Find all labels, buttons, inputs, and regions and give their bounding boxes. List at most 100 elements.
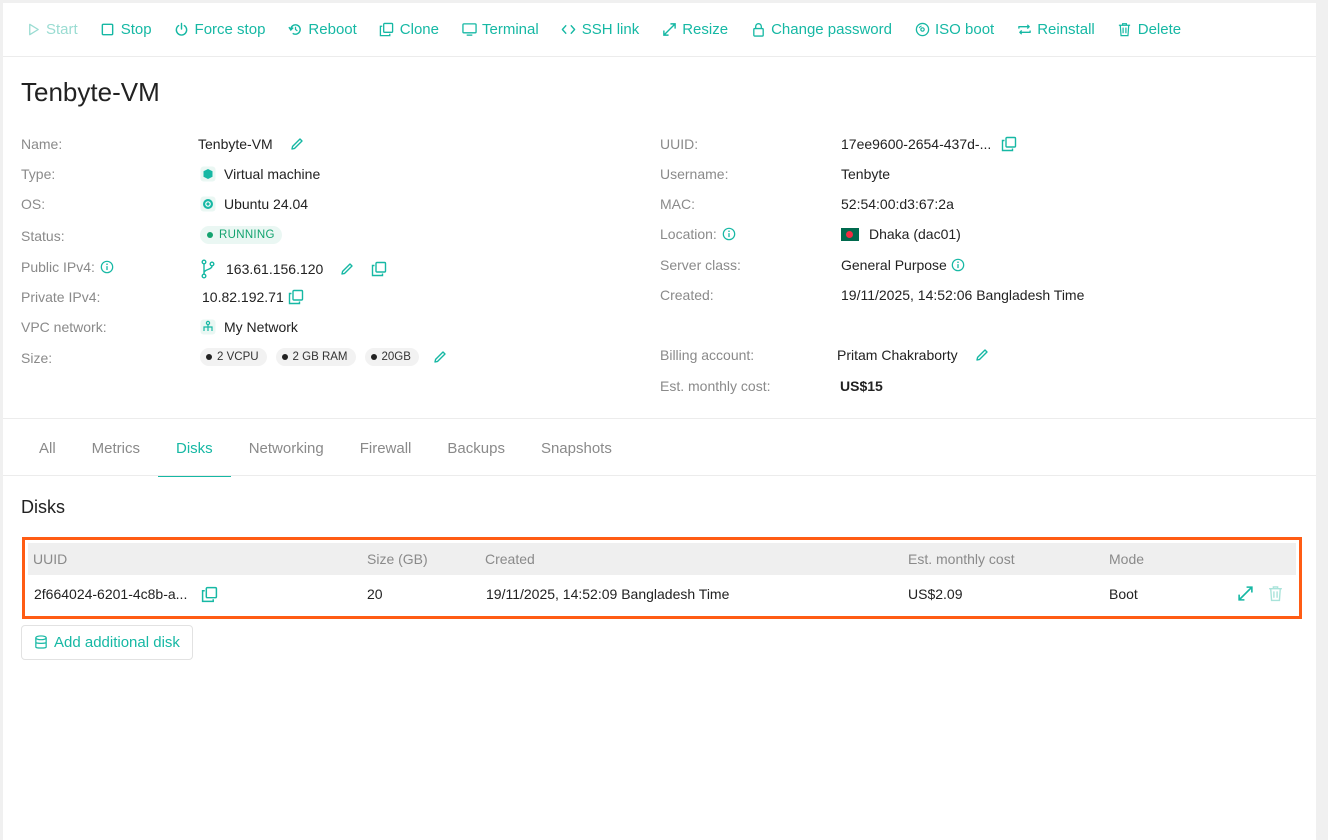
- terminal-button[interactable]: Terminal: [461, 21, 539, 38]
- name-value: Tenbyte-VM: [198, 136, 273, 152]
- vcpu-chip: 2 VCPU: [200, 348, 267, 366]
- resize-disk-icon[interactable]: [1237, 585, 1254, 602]
- change-password-label: Change password: [771, 21, 892, 38]
- repeat-icon: [1016, 22, 1032, 38]
- monitor-icon: [461, 22, 477, 38]
- start-button[interactable]: Start: [25, 21, 78, 38]
- copy-disk-uuid-icon[interactable]: [201, 586, 218, 603]
- edit-ip-icon[interactable]: [339, 261, 355, 277]
- vcpu-value: 2 VCPU: [217, 351, 259, 363]
- ssh-link-label: SSH link: [581, 21, 640, 38]
- disk-cost: US$2.09: [908, 586, 963, 602]
- delete-button[interactable]: Delete: [1117, 21, 1181, 38]
- iso-boot-button[interactable]: ISO boot: [914, 21, 994, 38]
- billing-value: Pritam Chakraborty: [837, 347, 958, 363]
- action-toolbar: Start Stop Force stop Reboot Clone Termi…: [3, 3, 1316, 57]
- tab-bar: All Metrics Disks Networking Firewall Ba…: [21, 421, 630, 477]
- disk-uuid: 2f664024-6201-4c8b-a...: [34, 586, 188, 602]
- clone-button[interactable]: Clone: [379, 21, 439, 38]
- location-label-group: Location:: [660, 226, 736, 242]
- location-value: Dhaka (dac01): [869, 226, 961, 242]
- os-value-group: Ubuntu 24.04: [200, 196, 308, 212]
- force-stop-button[interactable]: Force stop: [174, 21, 266, 38]
- status-label: Status:: [21, 228, 65, 244]
- terminal-label: Terminal: [482, 21, 539, 38]
- iso-boot-label: ISO boot: [935, 21, 995, 38]
- created-value: 19/11/2025, 14:52:06 Bangladesh Time: [841, 287, 1085, 303]
- reinstall-button[interactable]: Reinstall: [1016, 21, 1095, 38]
- server-class-value: General Purpose: [841, 257, 947, 273]
- copy-ip-icon[interactable]: [371, 261, 387, 277]
- username-value: Tenbyte: [841, 166, 891, 182]
- edit-name-icon[interactable]: [289, 136, 305, 152]
- cost-label: Est. monthly cost:: [660, 378, 771, 394]
- reinstall-label: Reinstall: [1037, 21, 1095, 38]
- public-ipv4-label: Public IPv4:: [21, 259, 95, 275]
- tab-backups[interactable]: Backups: [429, 421, 523, 477]
- copy-private-ip-icon[interactable]: [288, 289, 304, 305]
- stop-icon: [100, 22, 116, 38]
- vpc-label: VPC network:: [21, 319, 107, 335]
- power-icon: [174, 22, 190, 38]
- name-value-group: Tenbyte-VM: [198, 136, 305, 152]
- os-label: OS:: [21, 196, 46, 212]
- tabs-divider: [3, 475, 1316, 476]
- uuid-label: UUID:: [660, 136, 699, 152]
- server-class-label: Server class:: [660, 257, 741, 273]
- col-mode: Mode: [1109, 551, 1145, 567]
- tab-disks[interactable]: Disks: [158, 421, 231, 477]
- private-ipv4-value: 10.82.192.71: [202, 289, 284, 305]
- col-size: Size (GB): [367, 551, 428, 567]
- os-value: Ubuntu 24.04: [224, 196, 309, 212]
- tab-firewall[interactable]: Firewall: [342, 421, 430, 477]
- cost-value: US$15: [840, 378, 883, 394]
- location-label: Location:: [660, 226, 717, 242]
- billing-value-group: Pritam Chakraborty: [837, 347, 990, 363]
- table-header: UUID Size (GB) Created Est. monthly cost…: [28, 543, 1296, 575]
- delete-disk-icon[interactable]: [1267, 585, 1284, 602]
- disk-mode: Boot: [1109, 586, 1138, 602]
- location-value-group: Dhaka (dac01): [841, 226, 961, 242]
- disk-created: 19/11/2025, 14:52:09 Bangladesh Time: [486, 586, 730, 602]
- edit-billing-icon[interactable]: [974, 347, 990, 363]
- uuid-value-group: 17ee9600-2654-437d-...: [841, 136, 1017, 152]
- public-ipv4-value-group: 163.61.156.120: [200, 259, 387, 279]
- disk-size: 20: [367, 586, 383, 602]
- stop-label: Stop: [120, 21, 152, 38]
- disk-size-value: 20GB: [381, 351, 411, 363]
- reboot-button[interactable]: Reboot: [287, 21, 357, 38]
- info-icon[interactable]: [95, 260, 114, 274]
- name-label: Name:: [21, 136, 63, 152]
- server-class-info-icon[interactable]: [946, 258, 965, 272]
- server-class-value-group: General Purpose: [841, 257, 965, 273]
- vm-detail-panel: Start Stop Force stop Reboot Clone Termi…: [3, 3, 1316, 840]
- tab-metrics[interactable]: Metrics: [74, 421, 158, 477]
- change-password-button[interactable]: Change password: [750, 21, 892, 38]
- table-row: 2f664024-6201-4c8b-a... 20 19/11/2025, 1…: [28, 575, 1296, 613]
- private-ipv4-label: Private IPv4:: [21, 289, 101, 305]
- status-dot-icon: [207, 232, 213, 238]
- disk-chip: 20GB: [364, 348, 419, 366]
- copy-uuid-icon[interactable]: [1001, 136, 1017, 152]
- divider: [3, 418, 1316, 419]
- database-icon: [35, 635, 47, 649]
- resize-button[interactable]: Resize: [661, 21, 728, 38]
- vpc-value-group: My Network: [200, 319, 298, 335]
- add-disk-button[interactable]: Add additional disk: [21, 625, 193, 660]
- add-disk-label: Add additional disk: [54, 634, 180, 651]
- col-cost: Est. monthly cost: [908, 551, 1015, 567]
- mac-value: 52:54:00:d3:67:2a: [841, 196, 954, 212]
- ram-value: 2 GB RAM: [292, 351, 348, 363]
- status-badge: RUNNING: [200, 226, 282, 244]
- type-value: Virtual machine: [224, 166, 321, 182]
- vpc-value: My Network: [224, 319, 298, 335]
- ssh-link-button[interactable]: SSH link: [561, 21, 640, 38]
- force-stop-label: Force stop: [194, 21, 266, 38]
- location-info-icon[interactable]: [717, 227, 736, 241]
- tab-snapshots[interactable]: Snapshots: [523, 421, 630, 477]
- edit-size-icon[interactable]: [432, 349, 448, 365]
- tab-all[interactable]: All: [21, 421, 74, 477]
- stop-button[interactable]: Stop: [100, 21, 152, 38]
- status-value: RUNNING: [219, 229, 275, 241]
- tab-networking[interactable]: Networking: [231, 421, 342, 477]
